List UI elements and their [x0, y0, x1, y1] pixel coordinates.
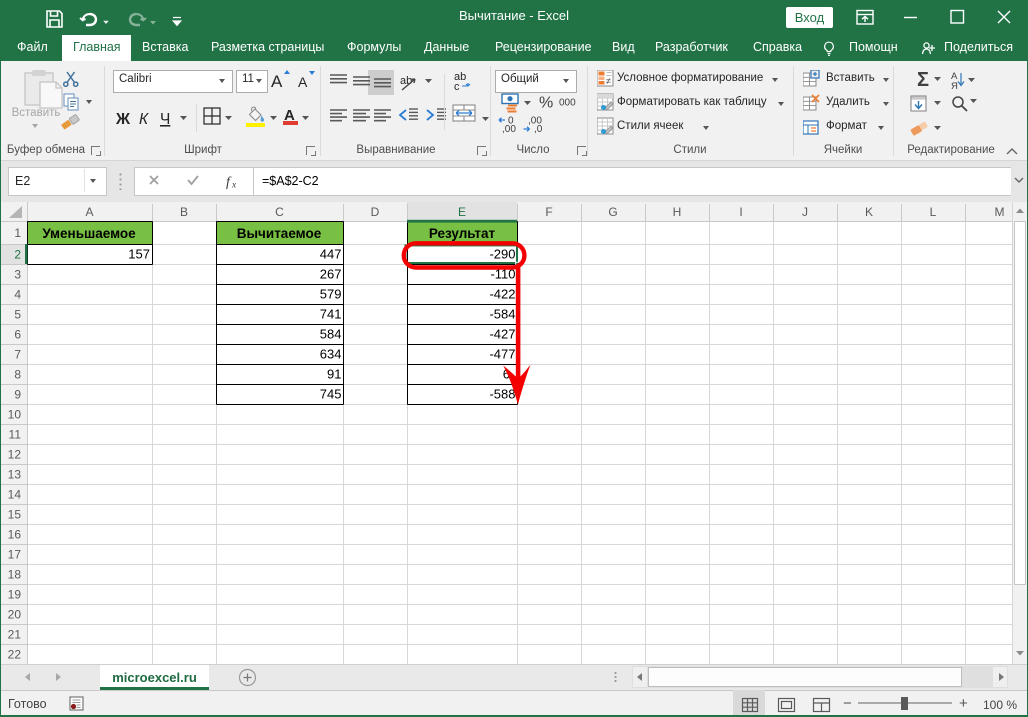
- svg-text:G: G: [608, 205, 617, 219]
- svg-text:91: 91: [327, 367, 341, 382]
- svg-text:I: I: [739, 205, 742, 219]
- svg-text:8: 8: [14, 368, 21, 382]
- svg-text:2: 2: [14, 248, 21, 262]
- svg-text:12: 12: [8, 448, 22, 462]
- svg-text:Я: Я: [951, 81, 958, 92]
- svg-text:-477: -477: [489, 347, 515, 362]
- svg-text:Σ: Σ: [917, 69, 929, 91]
- svg-text:,00: ,00: [502, 124, 516, 135]
- svg-text:17: 17: [8, 548, 22, 562]
- svg-text:ab: ab: [400, 75, 412, 87]
- svg-text:-588: -588: [489, 387, 515, 402]
- svg-text:-584: -584: [489, 307, 515, 322]
- svg-text:-290: -290: [489, 247, 515, 262]
- svg-text:H: H: [673, 205, 682, 219]
- svg-text:-422: -422: [489, 287, 515, 302]
- svg-text:20: 20: [8, 608, 22, 622]
- svg-text:-427: -427: [489, 327, 515, 342]
- svg-text:J: J: [802, 205, 808, 219]
- svg-text:А: А: [271, 72, 283, 91]
- svg-text:14: 14: [8, 488, 22, 502]
- svg-text:L: L: [930, 205, 937, 219]
- svg-text:15: 15: [8, 508, 22, 522]
- svg-text:000: 000: [559, 98, 576, 109]
- svg-text:22: 22: [8, 648, 22, 662]
- svg-text:7: 7: [14, 348, 21, 362]
- svg-text:Уменьшаемое: Уменьшаемое: [42, 226, 136, 241]
- svg-text:6: 6: [14, 328, 21, 342]
- svg-text:267: 267: [320, 267, 342, 282]
- svg-text:К: К: [139, 111, 149, 128]
- svg-text:Ж: Ж: [115, 111, 131, 128]
- svg-text:584: 584: [320, 327, 342, 342]
- svg-text:745: 745: [320, 387, 342, 402]
- svg-text:16: 16: [8, 528, 22, 542]
- svg-text:13: 13: [8, 468, 22, 482]
- svg-text:3: 3: [14, 268, 21, 282]
- svg-text:K: K: [865, 205, 873, 219]
- svg-text:21: 21: [8, 628, 22, 642]
- svg-text:F: F: [545, 205, 552, 219]
- svg-text:c: c: [454, 81, 460, 93]
- svg-text:%: %: [539, 95, 553, 112]
- svg-text:579: 579: [320, 287, 342, 302]
- svg-text:5: 5: [14, 308, 21, 322]
- svg-text:741: 741: [320, 307, 342, 322]
- svg-text:447: 447: [320, 247, 342, 262]
- svg-text:M: M: [995, 205, 1005, 219]
- svg-text:А: А: [298, 74, 308, 90]
- svg-text:≠: ≠: [606, 76, 611, 86]
- svg-text:A: A: [85, 205, 93, 219]
- svg-text:10: 10: [8, 408, 22, 422]
- svg-text:634: 634: [320, 347, 342, 362]
- svg-text:Вычитаемое: Вычитаемое: [237, 226, 322, 241]
- svg-text:B: B: [180, 205, 188, 219]
- svg-text:Результат: Результат: [429, 226, 496, 241]
- svg-text:x: x: [231, 181, 237, 191]
- svg-text:11: 11: [9, 428, 22, 442]
- svg-text:157: 157: [128, 247, 150, 262]
- svg-text:C: C: [275, 205, 284, 219]
- svg-text:4: 4: [14, 288, 21, 302]
- svg-text:E: E: [458, 205, 466, 219]
- svg-text:18: 18: [8, 568, 22, 582]
- svg-text:,0: ,0: [534, 124, 543, 135]
- svg-text:D: D: [371, 205, 380, 219]
- svg-text:Ч: Ч: [160, 111, 170, 128]
- svg-text:19: 19: [8, 588, 22, 602]
- svg-text:9: 9: [14, 388, 21, 402]
- svg-text:1: 1: [14, 226, 21, 240]
